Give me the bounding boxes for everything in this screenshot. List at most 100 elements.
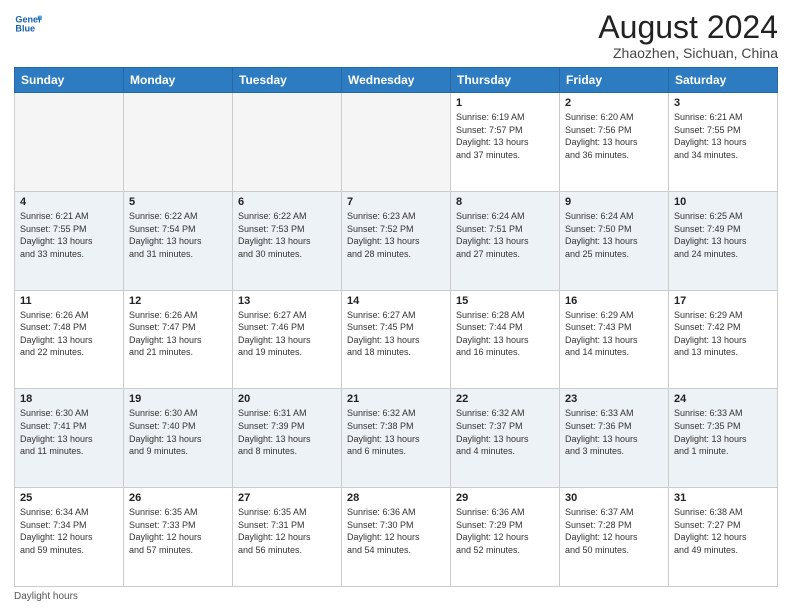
day-number: 13 (238, 295, 336, 307)
calendar-cell: 10 Sunrise: 6:25 AM Sunset: 7:49 PM Dayli… (669, 191, 778, 290)
day-info: Sunrise: 6:37 AM Sunset: 7:28 PM Dayligh… (565, 506, 663, 556)
calendar-cell: 3 Sunrise: 6:21 AM Sunset: 7:55 PM Daylig… (669, 93, 778, 192)
day-info: Sunrise: 6:29 AM Sunset: 7:43 PM Dayligh… (565, 309, 663, 359)
day-info: Sunrise: 6:34 AM Sunset: 7:34 PM Dayligh… (20, 506, 118, 556)
calendar-cell: 18 Sunrise: 6:30 AM Sunset: 7:41 PM Dayli… (15, 389, 124, 488)
calendar-cell: 31Sunrise: 6:38 AM Sunset: 7:27 PM Dayli… (669, 488, 778, 587)
calendar-cell: 20 Sunrise: 6:31 AM Sunset: 7:39 PM Dayli… (233, 389, 342, 488)
day-number: 14 (347, 295, 445, 307)
day-info: Sunrise: 6:20 AM Sunset: 7:56 PM Dayligh… (565, 111, 663, 161)
day-header: Tuesday (233, 68, 342, 93)
day-header: Sunday (15, 68, 124, 93)
calendar: SundayMondayTuesdayWednesdayThursdayFrid… (14, 67, 778, 587)
calendar-cell: 29 Sunrise: 6:36 AM Sunset: 7:29 PM Dayli… (451, 488, 560, 587)
calendar-cell: 5Sunrise: 6:22 AM Sunset: 7:54 PM Daylig… (124, 191, 233, 290)
day-info: Sunrise: 6:19 AM Sunset: 7:57 PM Dayligh… (456, 111, 554, 161)
calendar-cell: 14 Sunrise: 6:27 AM Sunset: 7:45 PM Dayli… (342, 290, 451, 389)
calendar-cell: 13 Sunrise: 6:27 AM Sunset: 7:46 PM Dayli… (233, 290, 342, 389)
day-info: Sunrise: 6:21 AM Sunset: 7:55 PM Dayligh… (20, 210, 118, 260)
calendar-cell: 22 Sunrise: 6:32 AM Sunset: 7:37 PM Dayli… (451, 389, 560, 488)
day-header: Saturday (669, 68, 778, 93)
calendar-cell (124, 93, 233, 192)
day-info: Sunrise: 6:36 AM Sunset: 7:29 PM Dayligh… (456, 506, 554, 556)
calendar-cell: 12 Sunrise: 6:26 AM Sunset: 7:47 PM Dayli… (124, 290, 233, 389)
calendar-cell: 4 Sunrise: 6:21 AM Sunset: 7:55 PM Daylig… (15, 191, 124, 290)
day-number: 7 (347, 196, 445, 208)
calendar-cell: 19 Sunrise: 6:30 AM Sunset: 7:40 PM Dayli… (124, 389, 233, 488)
day-number: 16 (565, 295, 663, 307)
day-number: 15 (456, 295, 554, 307)
day-number: 24 (674, 393, 772, 405)
day-header: Monday (124, 68, 233, 93)
day-info: Sunrise: 6:21 AM Sunset: 7:55 PM Dayligh… (674, 111, 772, 161)
day-info: Sunrise: 6:25 AM Sunset: 7:49 PM Dayligh… (674, 210, 772, 260)
calendar-cell (15, 93, 124, 192)
day-info: Sunrise: 6:22 AM Sunset: 7:53 PM Dayligh… (238, 210, 336, 260)
calendar-cell: 24 Sunrise: 6:33 AM Sunset: 7:35 PM Dayli… (669, 389, 778, 488)
day-number: 18 (20, 393, 118, 405)
day-number: 2 (565, 97, 663, 109)
calendar-cell (342, 93, 451, 192)
calendar-cell: 9Sunrise: 6:24 AM Sunset: 7:50 PM Daylig… (560, 191, 669, 290)
daylight-label: Daylight hours (14, 591, 78, 602)
calendar-cell: 26 Sunrise: 6:35 AM Sunset: 7:33 PM Dayli… (124, 488, 233, 587)
day-number: 22 (456, 393, 554, 405)
day-info: Sunrise: 6:28 AM Sunset: 7:44 PM Dayligh… (456, 309, 554, 359)
day-info: Sunrise: 6:23 AM Sunset: 7:52 PM Dayligh… (347, 210, 445, 260)
day-info: Sunrise: 6:32 AM Sunset: 7:38 PM Dayligh… (347, 407, 445, 457)
day-info: Sunrise: 6:30 AM Sunset: 7:41 PM Dayligh… (20, 407, 118, 457)
day-info: Sunrise: 6:26 AM Sunset: 7:47 PM Dayligh… (129, 309, 227, 359)
calendar-cell: 23 Sunrise: 6:33 AM Sunset: 7:36 PM Dayli… (560, 389, 669, 488)
day-info: Sunrise: 6:29 AM Sunset: 7:42 PM Dayligh… (674, 309, 772, 359)
day-info: Sunrise: 6:35 AM Sunset: 7:33 PM Dayligh… (129, 506, 227, 556)
day-number: 10 (674, 196, 772, 208)
day-number: 1 (456, 97, 554, 109)
day-info: Sunrise: 6:24 AM Sunset: 7:51 PM Dayligh… (456, 210, 554, 260)
day-info: Sunrise: 6:31 AM Sunset: 7:39 PM Dayligh… (238, 407, 336, 457)
day-number: 6 (238, 196, 336, 208)
day-info: Sunrise: 6:30 AM Sunset: 7:40 PM Dayligh… (129, 407, 227, 457)
calendar-cell: 27Sunrise: 6:35 AM Sunset: 7:31 PM Dayli… (233, 488, 342, 587)
calendar-cell: 15 Sunrise: 6:28 AM Sunset: 7:44 PM Dayli… (451, 290, 560, 389)
day-info: Sunrise: 6:32 AM Sunset: 7:37 PM Dayligh… (456, 407, 554, 457)
day-info: Sunrise: 6:33 AM Sunset: 7:35 PM Dayligh… (674, 407, 772, 457)
calendar-cell: 30Sunrise: 6:37 AM Sunset: 7:28 PM Dayli… (560, 488, 669, 587)
day-number: 19 (129, 393, 227, 405)
day-header: Wednesday (342, 68, 451, 93)
day-number: 12 (129, 295, 227, 307)
day-info: Sunrise: 6:36 AM Sunset: 7:30 PM Dayligh… (347, 506, 445, 556)
day-number: 4 (20, 196, 118, 208)
day-number: 29 (456, 492, 554, 504)
day-number: 23 (565, 393, 663, 405)
day-number: 17 (674, 295, 772, 307)
day-number: 20 (238, 393, 336, 405)
day-header: Thursday (451, 68, 560, 93)
calendar-cell: 25 Sunrise: 6:34 AM Sunset: 7:34 PM Dayli… (15, 488, 124, 587)
day-info: Sunrise: 6:27 AM Sunset: 7:45 PM Dayligh… (347, 309, 445, 359)
day-info: Sunrise: 6:33 AM Sunset: 7:36 PM Dayligh… (565, 407, 663, 457)
day-number: 9 (565, 196, 663, 208)
calendar-cell: 28 Sunrise: 6:36 AM Sunset: 7:30 PM Dayli… (342, 488, 451, 587)
calendar-cell: 7 Sunrise: 6:23 AM Sunset: 7:52 PM Daylig… (342, 191, 451, 290)
calendar-cell: 17 Sunrise: 6:29 AM Sunset: 7:42 PM Dayli… (669, 290, 778, 389)
day-number: 5 (129, 196, 227, 208)
calendar-cell: 11Sunrise: 6:26 AM Sunset: 7:48 PM Dayli… (15, 290, 124, 389)
day-number: 11 (20, 295, 118, 307)
day-number: 26 (129, 492, 227, 504)
calendar-cell: 1 Sunrise: 6:19 AM Sunset: 7:57 PM Daylig… (451, 93, 560, 192)
calendar-cell: 2 Sunrise: 6:20 AM Sunset: 7:56 PM Daylig… (560, 93, 669, 192)
day-info: Sunrise: 6:27 AM Sunset: 7:46 PM Dayligh… (238, 309, 336, 359)
title-block: August 2024 Zhaozhen, Sichuan, China (598, 10, 778, 61)
header: General Blue August 2024 Zhaozhen, Sichu… (14, 10, 778, 61)
day-number: 31 (674, 492, 772, 504)
calendar-cell: 21Sunrise: 6:32 AM Sunset: 7:38 PM Dayli… (342, 389, 451, 488)
calendar-cell (233, 93, 342, 192)
day-number: 8 (456, 196, 554, 208)
logo: General Blue (14, 10, 42, 38)
day-number: 28 (347, 492, 445, 504)
day-number: 25 (20, 492, 118, 504)
logo-icon: General Blue (14, 10, 42, 38)
calendar-cell: 16 Sunrise: 6:29 AM Sunset: 7:43 PM Dayli… (560, 290, 669, 389)
calendar-cell: 8 Sunrise: 6:24 AM Sunset: 7:51 PM Daylig… (451, 191, 560, 290)
day-number: 3 (674, 97, 772, 109)
